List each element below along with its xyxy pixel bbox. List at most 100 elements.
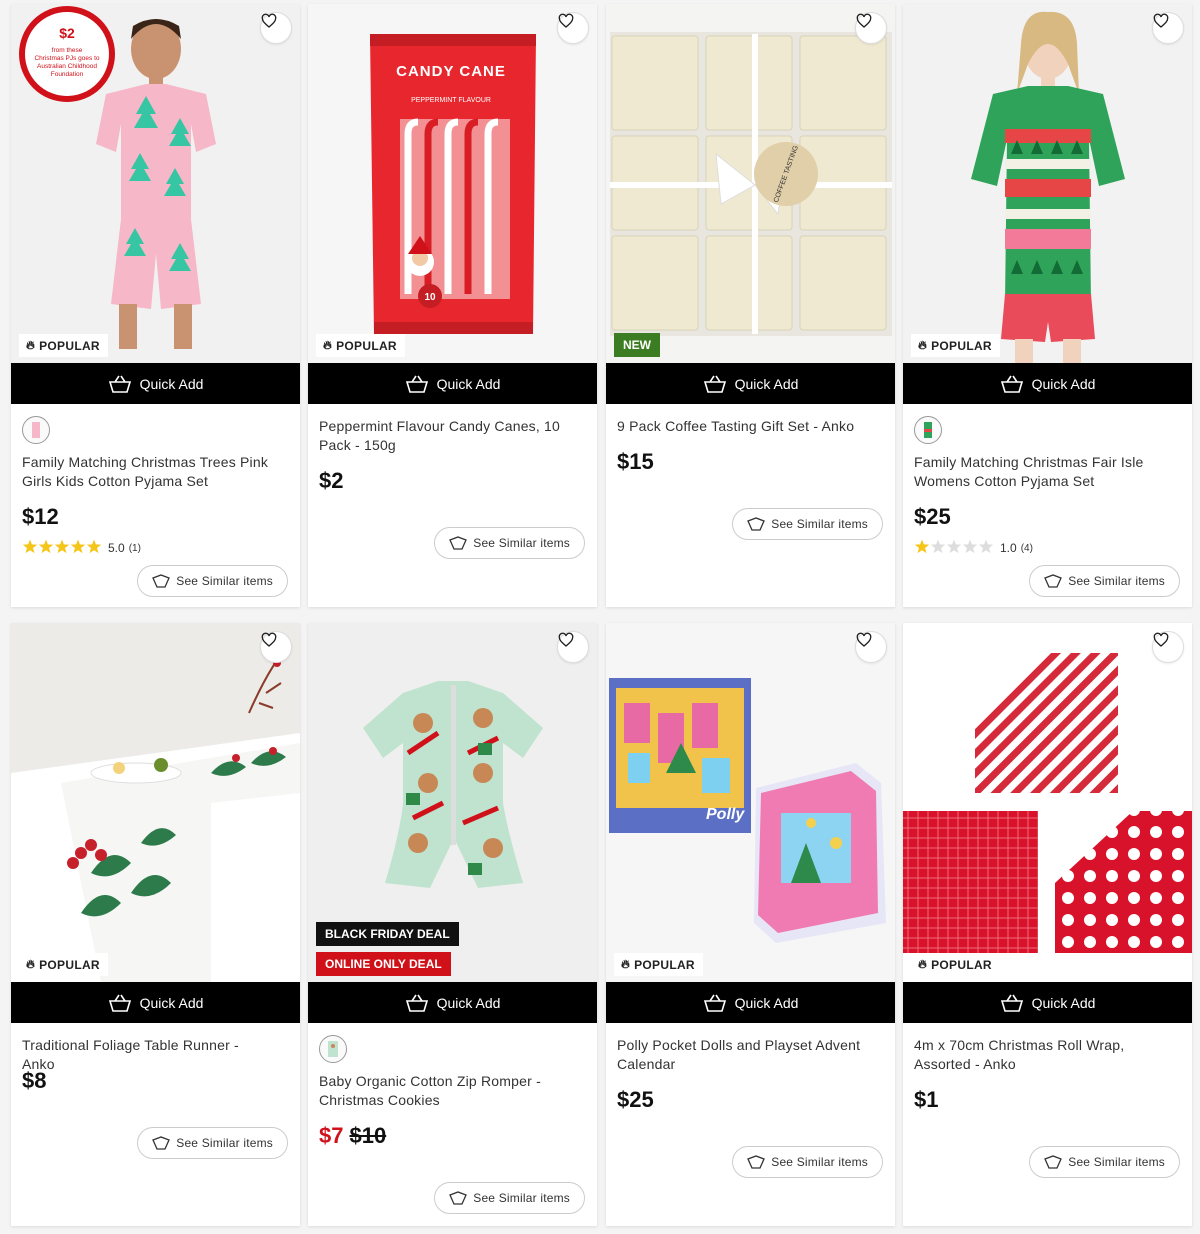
- basket-icon: [1000, 375, 1023, 393]
- heart-icon: [856, 13, 872, 28]
- svg-text:Australian Childhood: Australian Childhood: [37, 63, 97, 70]
- heart-icon: [558, 13, 574, 28]
- flame-icon: 🔥︎: [918, 338, 928, 352]
- quick-add-button[interactable]: Quick Add: [606, 363, 895, 404]
- product-card[interactable]: Polly 🔥︎ POPULAR Quick Add Polly Pocket …: [606, 623, 895, 1226]
- hanger-icon: [152, 1136, 171, 1150]
- colour-swatch[interactable]: [22, 416, 50, 444]
- promo-amount: $2: [59, 25, 75, 41]
- see-similar-button[interactable]: See Similar items: [434, 527, 585, 559]
- hanger-icon: [449, 536, 468, 550]
- product-price: $2: [319, 468, 344, 493]
- product-title[interactable]: Peppermint Flavour Candy Canes, 10 Pack …: [319, 417, 569, 455]
- quick-add-button[interactable]: Quick Add: [11, 982, 300, 1023]
- star-filled-icon: [86, 539, 102, 554]
- product-image[interactable]: Polly 🔥︎ POPULAR: [606, 623, 895, 982]
- package-subtitle: PEPPERMINT FLAVOUR: [411, 97, 491, 104]
- flame-icon: 🔥︎: [26, 957, 36, 971]
- product-card[interactable]: 🔥︎ POPULAR Quick Add Traditional Foliage…: [11, 623, 300, 1226]
- popular-badge: 🔥︎ POPULAR: [19, 334, 108, 357]
- product-card[interactable]: CANDY CANE PEPPERMINT FLAVOUR 10 🔥︎ POPU…: [308, 4, 597, 607]
- star-filled-icon: [54, 539, 70, 554]
- star-empty-icon: [930, 539, 946, 554]
- sale-price: $7: [319, 1123, 344, 1148]
- star-filled-icon: [38, 539, 54, 554]
- product-title[interactable]: Family Matching Christmas Fair Isle Wome…: [914, 453, 1164, 491]
- product-price: $8: [22, 1068, 47, 1093]
- wishlist-button[interactable]: [557, 12, 589, 44]
- product-card[interactable]: 🔥︎ POPULAR Quick Add Family Matching Chr…: [903, 4, 1192, 607]
- heart-icon: [1153, 632, 1169, 647]
- flame-icon: 🔥︎: [621, 957, 631, 971]
- was-price: $10: [349, 1123, 387, 1148]
- quick-add-button[interactable]: Quick Add: [606, 982, 895, 1023]
- product-price: $25: [914, 504, 951, 529]
- popular-badge: 🔥︎ POPULAR: [316, 334, 405, 357]
- quick-add-button[interactable]: Quick Add: [11, 363, 300, 404]
- wishlist-button[interactable]: [855, 12, 887, 44]
- star-rating-icon: [22, 539, 104, 557]
- star-rating-icon: [914, 539, 996, 557]
- rating: 5.0 (1): [22, 539, 141, 557]
- product-image[interactable]: 🔥︎ POPULAR: [11, 623, 300, 982]
- wishlist-button[interactable]: [557, 631, 589, 663]
- product-price: $15: [617, 449, 654, 474]
- hanger-icon: [1044, 1155, 1063, 1169]
- heart-icon: [856, 632, 872, 647]
- see-similar-button[interactable]: See Similar items: [1029, 1146, 1180, 1178]
- product-image[interactable]: 🔥︎ POPULAR: [903, 4, 1192, 363]
- colour-swatch[interactable]: [319, 1035, 347, 1063]
- popular-badge: 🔥︎ POPULAR: [19, 953, 108, 976]
- product-price: $25: [617, 1087, 654, 1112]
- product-title[interactable]: Traditional Foliage Table Runner - Anko: [22, 1036, 272, 1074]
- product-title[interactable]: 4m x 70cm Christmas Roll Wrap, Assorted …: [914, 1036, 1164, 1074]
- basket-icon: [703, 375, 726, 393]
- product-title[interactable]: Polly Pocket Dolls and Playset Advent Ca…: [617, 1036, 867, 1074]
- product-image[interactable]: BLACK FRIDAY DEAL ONLINE ONLY DEAL: [308, 623, 597, 982]
- product-grid: $2 from these Christmas PJs goes to Aust…: [0, 0, 1200, 1234]
- wishlist-button[interactable]: [1152, 12, 1184, 44]
- wishlist-button[interactable]: [855, 631, 887, 663]
- quick-add-button[interactable]: Quick Add: [308, 982, 597, 1023]
- product-image[interactable]: CANDY CANE PEPPERMINT FLAVOUR 10 🔥︎ POPU…: [308, 4, 597, 363]
- svg-text:from these: from these: [52, 47, 83, 54]
- rating: 1.0 (4): [914, 539, 1033, 557]
- see-similar-button[interactable]: See Similar items: [434, 1182, 585, 1214]
- product-image[interactable]: COFFEE TASTING NEW: [606, 4, 895, 363]
- star-empty-icon: [946, 539, 962, 554]
- wishlist-button[interactable]: [1152, 631, 1184, 663]
- wishlist-button[interactable]: [260, 12, 292, 44]
- online-only-badge: ONLINE ONLY DEAL: [316, 952, 451, 976]
- basket-icon: [1000, 994, 1023, 1012]
- star-filled-icon: [70, 539, 86, 554]
- colour-swatch[interactable]: [914, 416, 942, 444]
- product-title[interactable]: Family Matching Christmas Trees Pink Gir…: [22, 453, 272, 491]
- product-image[interactable]: 🔥︎ POPULAR: [903, 623, 1192, 982]
- product-image[interactable]: $2 from these Christmas PJs goes to Aust…: [11, 4, 300, 363]
- star-empty-icon: [962, 539, 978, 554]
- product-card[interactable]: BLACK FRIDAY DEAL ONLINE ONLY DEAL Quick…: [308, 623, 597, 1226]
- product-title[interactable]: Baby Organic Cotton Zip Romper - Christm…: [319, 1072, 569, 1110]
- see-similar-button[interactable]: See Similar items: [732, 1146, 883, 1178]
- heart-icon: [558, 632, 574, 647]
- basket-icon: [405, 375, 428, 393]
- see-similar-button[interactable]: See Similar items: [732, 508, 883, 540]
- popular-badge: 🔥︎ POPULAR: [614, 953, 703, 976]
- see-similar-button[interactable]: See Similar items: [137, 565, 288, 597]
- quick-add-button[interactable]: Quick Add: [903, 982, 1192, 1023]
- product-card[interactable]: $2 from these Christmas PJs goes to Aust…: [11, 4, 300, 607]
- see-similar-button[interactable]: See Similar items: [137, 1127, 288, 1159]
- product-price: $1: [914, 1087, 939, 1112]
- heart-icon: [261, 632, 277, 647]
- product-card[interactable]: 🔥︎ POPULAR Quick Add 4m x 70cm Christmas…: [903, 623, 1192, 1226]
- heart-icon: [261, 13, 277, 28]
- see-similar-button[interactable]: See Similar items: [1029, 565, 1180, 597]
- product-card[interactable]: COFFEE TASTING NEW Quick Add 9 Pack Coff…: [606, 4, 895, 607]
- popular-badge: 🔥︎ POPULAR: [911, 334, 1000, 357]
- quick-add-button[interactable]: Quick Add: [308, 363, 597, 404]
- flame-icon: 🔥︎: [918, 957, 928, 971]
- basket-icon: [703, 994, 726, 1012]
- product-title[interactable]: 9 Pack Coffee Tasting Gift Set - Anko: [617, 417, 867, 436]
- wishlist-button[interactable]: [260, 631, 292, 663]
- quick-add-button[interactable]: Quick Add: [903, 363, 1192, 404]
